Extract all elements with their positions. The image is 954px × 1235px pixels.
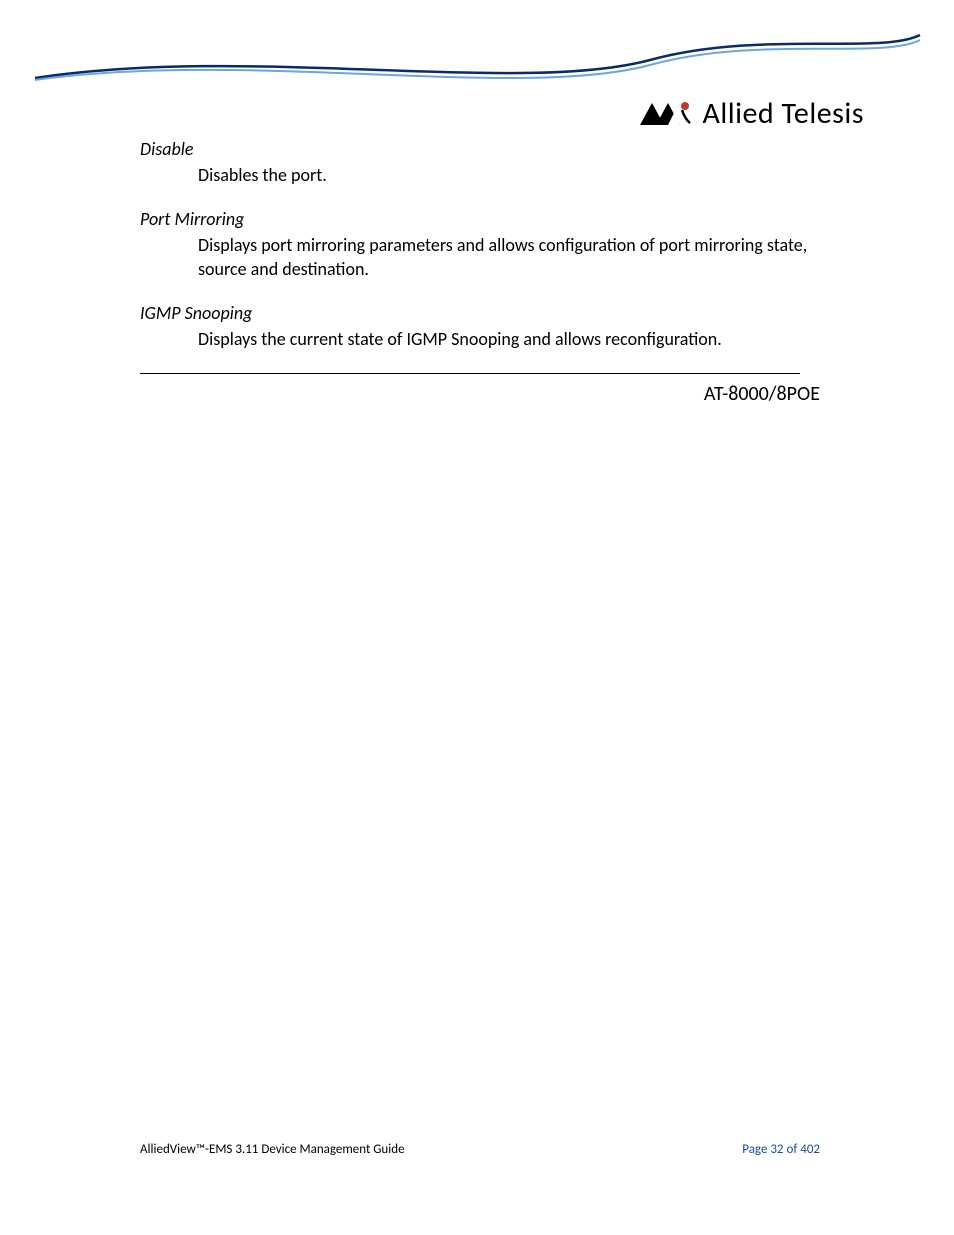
document-page: Allied Telesis Disable Disables the port…: [0, 0, 954, 1235]
footer-page-number: Page 32 of 402: [742, 1142, 820, 1157]
section-term-igmp-snooping: IGMP Snooping: [140, 302, 820, 325]
section-term-port-mirroring: Port Mirroring: [140, 208, 820, 231]
allied-telesis-logo-icon: [638, 101, 694, 127]
footer-doc-title: AlliedView™-EMS 3.11 Device Management G…: [140, 1142, 405, 1157]
brand-logo-block: Allied Telesis: [638, 95, 864, 132]
model-heading: AT-8000/8POE: [140, 382, 820, 406]
section-term-disable: Disable: [140, 138, 820, 161]
page-footer: AlliedView™-EMS 3.11 Device Management G…: [140, 1142, 820, 1157]
section-desc-port-mirroring: Displays port mirroring parameters and a…: [198, 233, 820, 282]
brand-name: Allied Telesis: [702, 95, 864, 132]
page-content: Disable Disables the port. Port Mirrorin…: [140, 138, 820, 406]
section-desc-disable: Disables the port.: [198, 163, 820, 187]
section-divider: [140, 373, 800, 374]
section-desc-igmp-snooping: Displays the current state of IGMP Snoop…: [198, 327, 820, 351]
header-swoosh-decoration: [0, 0, 954, 100]
